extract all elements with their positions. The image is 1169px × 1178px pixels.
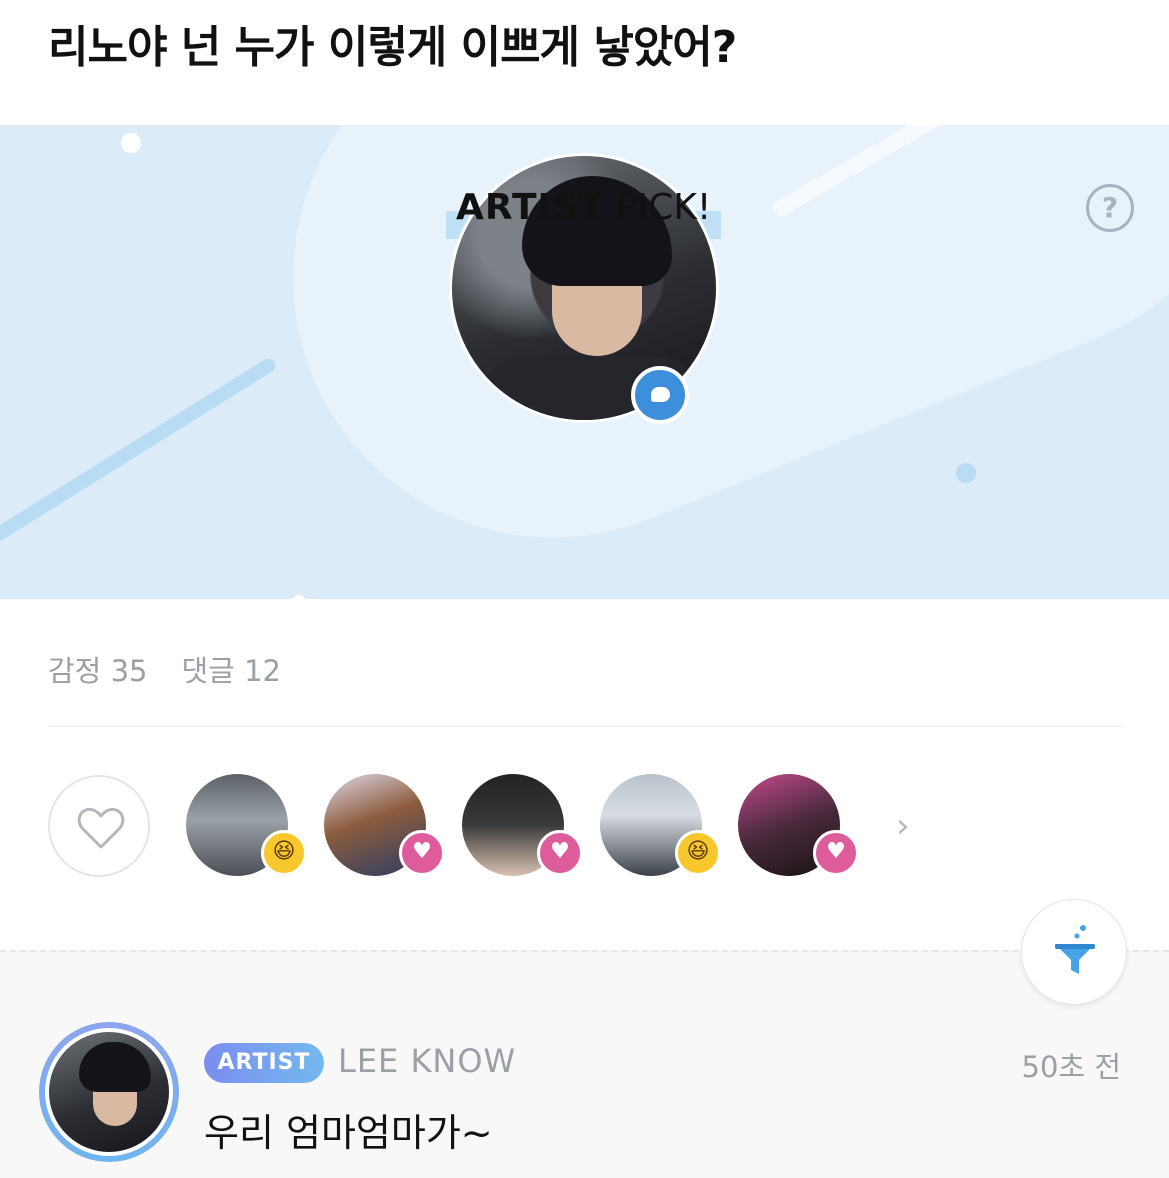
comment-avatar[interactable]: [45, 1028, 173, 1156]
heart-icon: ♥: [399, 830, 445, 876]
avatar-hair: [79, 1042, 151, 1092]
help-icon[interactable]: ?: [1086, 184, 1134, 232]
divider: [48, 726, 1122, 727]
emotion-count[interactable]: 감정 35: [48, 654, 147, 688]
heart-icon: ♥: [537, 830, 583, 876]
like-button[interactable]: [48, 775, 150, 877]
comment-author[interactable]: LEE KNOW: [338, 1042, 516, 1080]
filter-button[interactable]: [1021, 899, 1127, 1005]
banner-decor-dot: [121, 133, 141, 153]
comment-section: [0, 950, 1169, 1178]
chevron-right-icon[interactable]: ›: [896, 806, 910, 846]
banner-decor-stripe: [0, 355, 278, 549]
banner-decor-dot: [956, 463, 976, 483]
comment-text: 우리 엄마엄마가~: [204, 1111, 493, 1155]
comment-count[interactable]: 댓글 12: [181, 654, 280, 688]
post-title: 리노야 넌 누가 이렇게 이쁘게 낳았어?: [48, 22, 737, 73]
banner-decor-dot: [292, 595, 306, 599]
heart-outline-icon: [77, 807, 125, 849]
funnel-icon: [1055, 925, 1095, 974]
artist-pick-strong: ARTIST: [456, 187, 605, 228]
smile-emoji-icon: 😆: [675, 830, 721, 876]
artist-badge: ARTIST: [204, 1043, 324, 1083]
artist-pick-rest: PICK!: [604, 187, 712, 228]
chat-bubble-icon: [631, 366, 689, 424]
post-stats: 감정 35 댓글 12: [48, 648, 315, 690]
comment-time: 50초 전: [1021, 1050, 1121, 1084]
heart-icon: ♥: [813, 830, 859, 876]
smile-emoji-icon: 😆: [261, 830, 307, 876]
